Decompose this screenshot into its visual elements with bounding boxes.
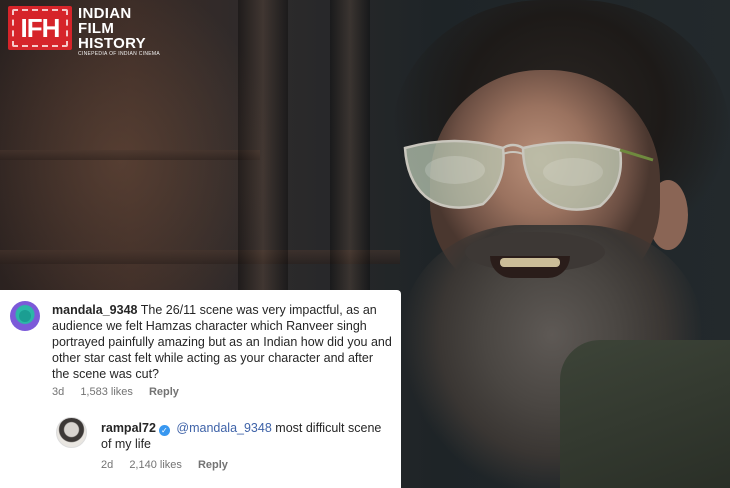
background-shelf (0, 150, 260, 160)
logo-line-3: HISTORY (78, 35, 146, 52)
ifh-logo: IFH INDIAN FILM HISTORY CINEPEDIA OF IND… (8, 6, 168, 57)
comment-meta: 3d 1,583 likes Reply (52, 386, 192, 398)
aviator-sunglasses (403, 139, 654, 211)
reply-mention[interactable]: @mandala_9348 (176, 421, 271, 435)
logo-badge: IFH (8, 6, 72, 50)
verified-badge-icon: ✓ (158, 425, 170, 436)
man-teeth (500, 258, 560, 267)
reply-reply-button[interactable]: Reply (198, 459, 228, 471)
logo-wordmark: INDIAN FILM HISTORY (78, 6, 146, 51)
reply-username[interactable]: rampal72 (101, 421, 156, 435)
logo-mark: IFH (20, 13, 61, 43)
logo-tagline: CINEPEDIA OF INDIAN CINEMA (78, 51, 160, 57)
background-pillar (330, 0, 370, 290)
comment-body: mandala_9348 The 26/11 scene was very im… (52, 302, 392, 382)
logo-line-1: INDIAN (78, 5, 132, 22)
reply-age: 2d (101, 459, 114, 471)
commenter-avatar[interactable] (10, 301, 40, 331)
logo-line-2: FILM (78, 20, 115, 37)
comment-likes[interactable]: 1,583 likes (80, 386, 133, 398)
reply-avatar[interactable] (56, 417, 87, 448)
reply-likes[interactable]: 2,140 likes (129, 459, 182, 471)
man-shirt (560, 340, 730, 488)
comment-age: 3d (52, 386, 65, 398)
comment-card: mandala_9348 The 26/11 scene was very im… (0, 290, 401, 488)
reply-meta: 2d 2,140 likes Reply (101, 459, 241, 471)
comment-reply-button[interactable]: Reply (149, 386, 179, 398)
background-pillar (238, 0, 288, 290)
reply-body: rampal72 ✓ @mandala_9348 most difficult s… (101, 420, 393, 452)
comment-username[interactable]: mandala_9348 (52, 303, 137, 317)
